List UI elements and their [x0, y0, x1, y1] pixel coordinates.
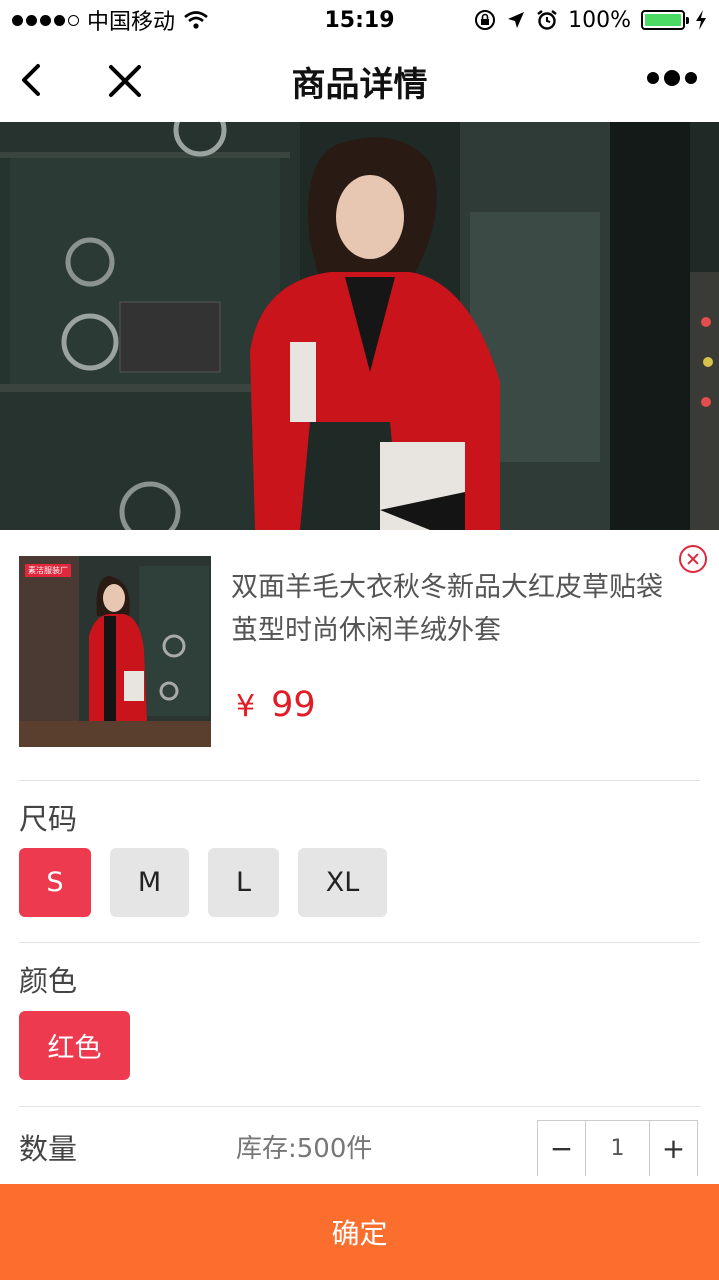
battery-icon	[641, 10, 689, 30]
more-icon[interactable]	[647, 70, 697, 86]
divider	[19, 942, 700, 943]
charging-icon	[696, 10, 706, 30]
location-icon	[508, 12, 525, 28]
product-thumbnail: 素洁服装厂	[19, 556, 211, 747]
color-label: 颜色	[19, 964, 78, 998]
signal-icon	[12, 14, 79, 26]
quantity-label: 数量	[19, 1132, 78, 1166]
stock-count: 库存:500件	[236, 1134, 373, 1164]
product-price: ¥ 99	[236, 685, 316, 725]
quantity-stepper: − 1 +	[537, 1120, 698, 1176]
sku-panel: 素洁服装厂 双面羊毛大衣秋冬新品大红皮草贴袋茧型时尚休闲羊绒外套 ¥ 99 尺码…	[0, 530, 719, 1184]
nav-bar: 商品详情	[0, 40, 719, 122]
battery-percent: 100%	[568, 7, 631, 33]
size-option-s[interactable]: S	[19, 848, 91, 917]
size-label: 尺码	[19, 802, 78, 836]
size-option-l[interactable]: L	[208, 848, 279, 917]
status-bar: 中国移动 15:19 100%	[0, 0, 719, 40]
size-option-m[interactable]: M	[110, 848, 189, 917]
increment-button[interactable]: +	[650, 1121, 697, 1176]
product-title: 双面羊毛大衣秋冬新品大红皮草贴袋茧型时尚休闲羊绒外套	[231, 572, 663, 646]
divider	[19, 780, 700, 781]
size-option-xl[interactable]: XL	[298, 848, 387, 917]
color-option-red[interactable]: 红色	[19, 1011, 130, 1080]
carrier-name: 中国移动	[87, 10, 176, 35]
alarm-icon	[537, 10, 557, 30]
divider	[19, 1106, 700, 1107]
back-icon[interactable]	[14, 60, 54, 100]
wifi-icon	[184, 11, 208, 29]
rotation-lock-icon	[475, 10, 496, 30]
price-currency: ¥	[236, 689, 256, 724]
product-hero-image	[0, 122, 719, 530]
quantity-input[interactable]: 1	[585, 1121, 650, 1176]
confirm-button[interactable]: 确定	[0, 1184, 719, 1280]
price-value: 99	[271, 685, 316, 725]
close-icon[interactable]	[104, 60, 146, 102]
decrement-button[interactable]: −	[538, 1121, 585, 1176]
close-panel-icon[interactable]	[679, 545, 707, 573]
thumb-badge: 素洁服装厂	[25, 564, 71, 577]
